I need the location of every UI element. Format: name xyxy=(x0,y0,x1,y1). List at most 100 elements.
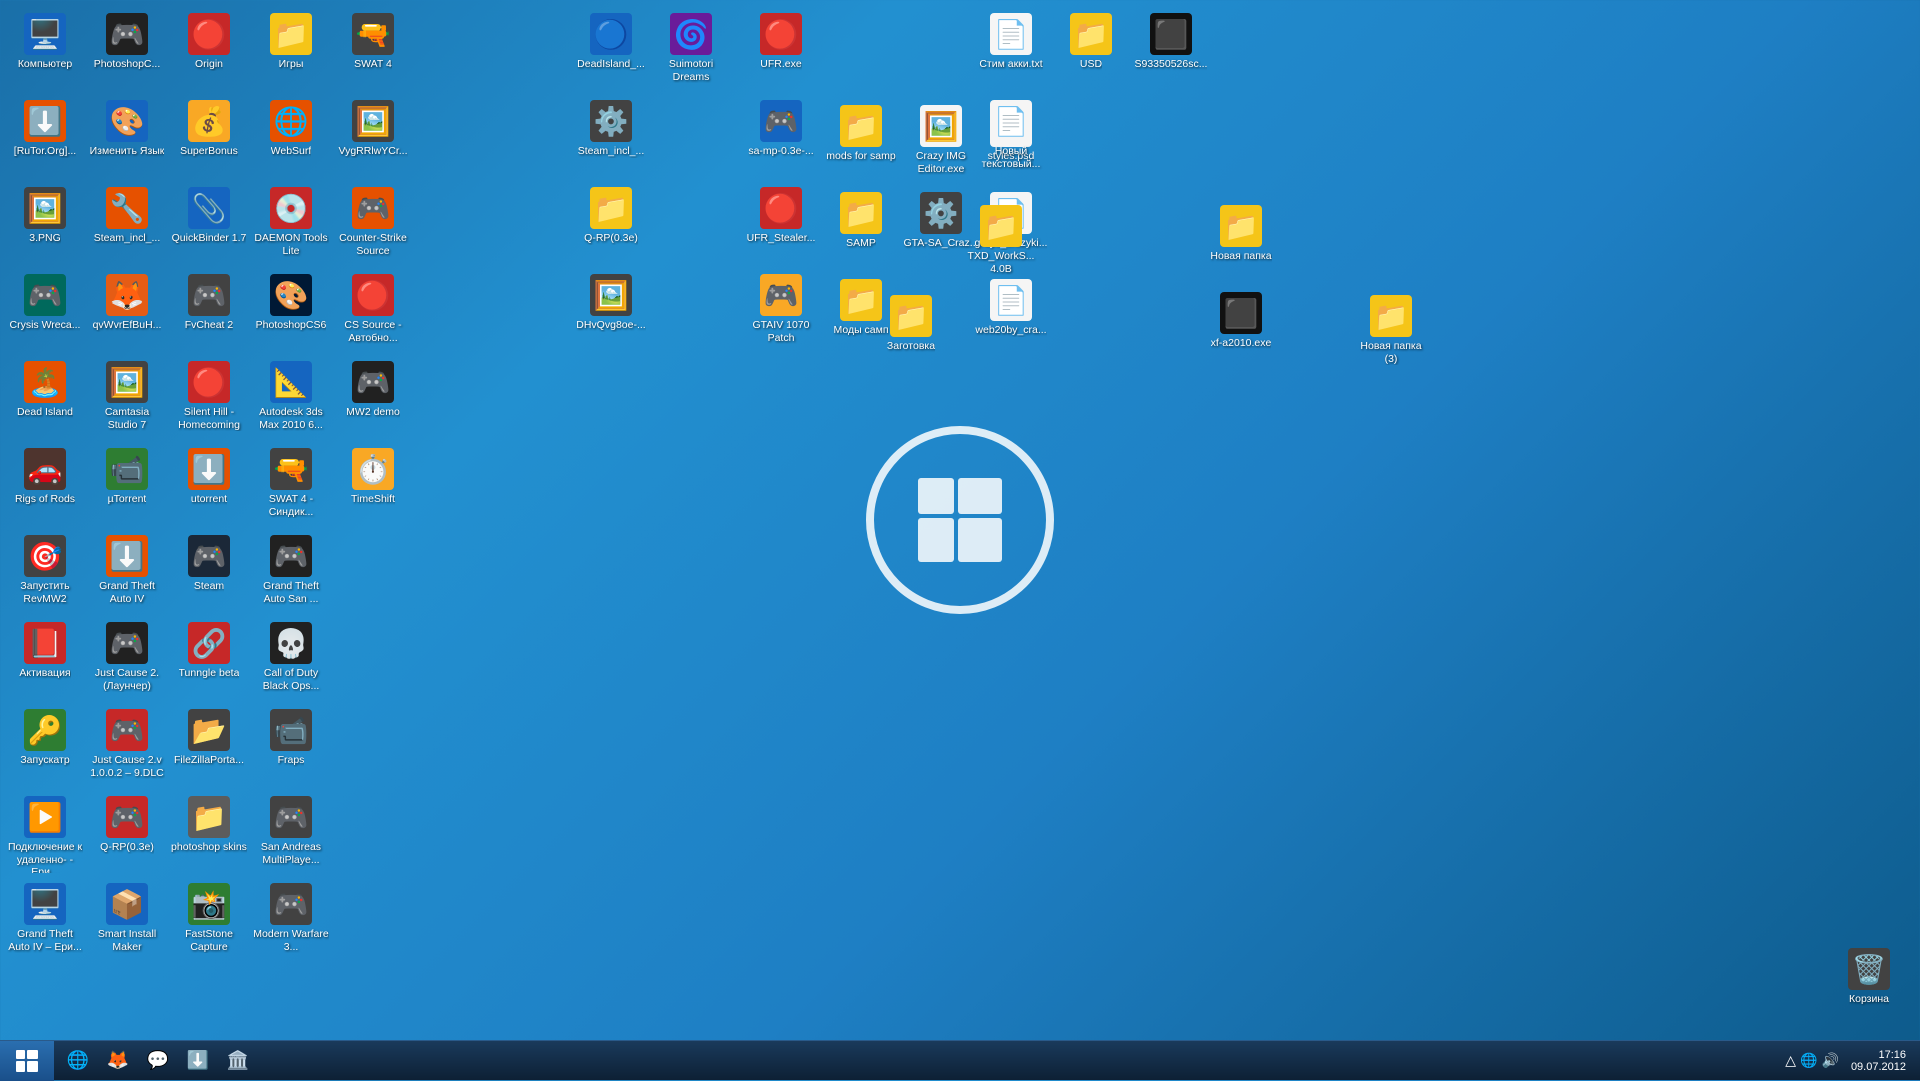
icon-group-novaypapka3: 📁 Новая папка (3) xyxy=(1350,290,1432,377)
icon-utorrent2[interactable]: ⬇️ utorrent xyxy=(169,444,249,529)
icon-novyitekst[interactable]: 📄 Новый текстовый... xyxy=(971,96,1051,181)
icon-adobereader[interactable]: 📕 Активация xyxy=(5,618,85,703)
icon-photoshopskins[interactable]: 📁 photoshop skins xyxy=(169,792,249,877)
icon-vygrrliwy[interactable]: 🖼️ VygRRlwYCr... xyxy=(333,96,413,181)
taskbar: 🌐 🦊 💬 ⬇️ 🏛️ △ 🌐 🔊 17:16 09.07.2012 xyxy=(0,1040,1920,1080)
icon-gtaautosan[interactable]: 🎮 Grand Theft Auto San ... xyxy=(251,531,331,616)
icon-justcause2[interactable]: 🎮 Just Cause 2.v 1.0.0.2 – 9.DLC xyxy=(87,705,167,790)
icon-fvcheat2[interactable]: 🎮 FvCheat 2 xyxy=(169,270,249,355)
start-button[interactable] xyxy=(0,1041,54,1081)
icon-origin[interactable]: 🔴 Origin xyxy=(169,9,249,94)
taskbar-utorrent-icon[interactable]: ⬇️ xyxy=(178,1042,218,1080)
icon-qvwvef[interactable]: 🖼️ Camtasia Studio 7 xyxy=(87,357,167,442)
icon-justcause2v[interactable]: 🎮 Q-RP(0.3e) xyxy=(87,792,167,877)
icon-suimotori[interactable]: 🌀 Suimotori Dreams xyxy=(651,9,731,94)
icon-quickbinder[interactable]: 📎 QuickBinder 1.7 xyxy=(169,183,249,268)
icon-novaypapka1[interactable]: 📁 Новая папка xyxy=(1201,201,1281,286)
icon-timeshift[interactable]: ⏱️ TimeShift xyxy=(333,444,413,529)
icon-ufrexe[interactable]: 🔴 UFR.exe xyxy=(741,9,821,94)
icon-s93350526[interactable]: ⬛ S93350526sc... xyxy=(1131,9,1211,94)
icon-samp2[interactable]: 📁 SAMP xyxy=(821,188,901,273)
icon-mw2demo[interactable]: 🎮 MW2 demo xyxy=(333,357,413,442)
icon-group-recbin: 🗑️ Корзина xyxy=(1828,943,1910,1030)
icon-group-txd: 📁 TXD_WorkS... 4.0B xyxy=(960,200,1042,287)
icon-superbonus[interactable]: 💰 SuperBonus xyxy=(169,96,249,181)
icon-steamincl[interactable]: ⚙️ Steam_incl_... xyxy=(571,96,651,181)
icon-zagotovka[interactable]: 📁 Заготовка xyxy=(871,291,951,376)
icon-txdworks[interactable]: 📁 TXD_WorkS... 4.0B xyxy=(961,201,1041,286)
icon-css[interactable]: 🎮 Counter-Strike Source xyxy=(333,183,413,268)
icon-tunngle[interactable]: 🔗 Tunngle beta xyxy=(169,618,249,703)
taskbar-app5-icon[interactable]: 🏛️ xyxy=(218,1042,258,1080)
icon-group-suimotori: 🌀 Suimotori Dreams xyxy=(650,8,732,95)
clock-time: 17:16 xyxy=(1878,1049,1906,1061)
icon-xfa2010[interactable]: ⬛ xf-a2010.exe xyxy=(1201,288,1281,373)
icon-deadisland2[interactable]: 🔵 DeadIsland_... xyxy=(571,9,651,94)
icon-qrp[interactable]: 📁 Q-RP(0.3e) xyxy=(571,183,651,268)
icon-novaypapka3[interactable]: 📁 Новая папка (3) xyxy=(1351,291,1431,376)
tray-expand-icon[interactable]: △ xyxy=(1785,1052,1796,1069)
icon-revmw2[interactable]: 🎯 Запустить RevMW2 xyxy=(5,531,85,616)
icon-group-mid: 🔵 DeadIsland_... ⚙️ Steam_incl_... 📁 Q-R… xyxy=(570,8,652,968)
icon-aktivatsiya[interactable]: 🔑 Запускатр xyxy=(5,705,85,790)
icon-group-topright: 📄 Стим акки.txt 📄 Новый текстовый... xyxy=(970,8,1052,182)
icon-igri[interactable]: 📁 Игры xyxy=(251,9,331,94)
icon-dhvqvg[interactable]: 🖼️ DHvQvg8oe-... xyxy=(571,270,651,355)
icon-smartinstall[interactable]: 📦 Smart Install Maker xyxy=(87,879,167,964)
icon-photoshopcs6[interactable]: 🎨 PhotoshopCS6 xyxy=(251,270,331,355)
icon-group-right1: 🔴 UFR.exe 🎮 sa-mp-0.3e-... 🔴 UFR_Stealer… xyxy=(740,8,822,968)
taskbar-ie-icon[interactable]: 🌐 xyxy=(58,1042,98,1080)
icon-zapusktr[interactable]: ▶️ Подключение к удаленно- - Ери... xyxy=(5,792,85,877)
icon-filezilla[interactable]: 📂 FileZillaPorta... xyxy=(169,705,249,790)
icon-group-novaypapka1: 📁 Новая папка ⬛ xf-a2010.exe xyxy=(1200,200,1282,374)
icon-modernwarfare3[interactable]: 🎮 Modern Warfare 3... xyxy=(251,879,331,964)
icon-cssavto[interactable]: 🔴 CS Source - Автобно... xyxy=(333,270,413,355)
icon-gtaiv1070[interactable]: 🎮 GTAIV 1070 Patch xyxy=(741,270,821,355)
icon-recbin[interactable]: 🗑️ Корзина xyxy=(1829,944,1909,1029)
taskbar-quick-launch: 🌐 🦊 💬 ⬇️ 🏛️ xyxy=(54,1041,262,1081)
icon-gtaiv[interactable]: 🎮 PhotoshopC... xyxy=(87,9,167,94)
icon-fraps[interactable]: 📹 Fraps xyxy=(251,705,331,790)
icon-izmenyazik[interactable]: 🔧 Steam_incl_... xyxy=(87,183,167,268)
icon-rutor[interactable]: ⬇️ [RuTor.Org]... xyxy=(5,96,85,181)
icon-callofdutybop[interactable]: 💀 Call of Duty Black Ops... xyxy=(251,618,331,703)
icon-faststone[interactable]: 📸 FastStone Capture xyxy=(169,879,249,964)
icon-autodesk3ds[interactable]: 📐 Autodesk 3ds Max 2010 6... xyxy=(251,357,331,442)
system-tray: △ 🌐 🔊 xyxy=(1785,1052,1839,1069)
icon-swat4sindi[interactable]: 🔫 SWAT 4 - Синдик... xyxy=(251,444,331,529)
icon-gtaautiv[interactable]: 🎮 Just Cause 2.(Лаунчер) xyxy=(87,618,167,703)
icon-sanandreas[interactable]: 🎮 San Andreas MultiPlaye... xyxy=(251,792,331,877)
icon-photoshopc[interactable]: 🎨 Изменить Язык xyxy=(87,96,167,181)
icon-podkluchenie[interactable]: 🖥️ Grand Theft Auto IV – Ери... xyxy=(5,879,85,964)
taskbar-tray: △ 🌐 🔊 17:16 09.07.2012 xyxy=(1777,1041,1920,1081)
icon-modsforsamp[interactable]: 📁 mods for samp xyxy=(821,101,901,186)
icon-firefox[interactable]: 🦊 qvWvrEfBuH... xyxy=(87,270,167,355)
icon-computer[interactable]: 🖥️ Компьютер xyxy=(5,9,85,94)
icon-swat4[interactable]: 🔫 SWAT 4 xyxy=(333,9,413,94)
icon-daemon[interactable]: 💿 DAEMON Tools Lite xyxy=(251,183,331,268)
icon-samp03e[interactable]: 🎮 sa-mp-0.3e-... xyxy=(741,96,821,181)
icon-crazyimg[interactable]: 🖼️ Crazy IMG Editor.exe xyxy=(901,101,981,186)
icon-silenthill[interactable]: 🔴 Silent Hill - Homecoming xyxy=(169,357,249,442)
icon-crysis[interactable]: 🎮 Crysis Wreca... xyxy=(5,270,85,355)
icon-3png[interactable]: 🖼️ 3.PNG xyxy=(5,183,85,268)
taskbar-firefox-icon[interactable]: 🦊 xyxy=(98,1042,138,1080)
icon-stimakki[interactable]: 📄 Стим акки.txt xyxy=(971,9,1051,94)
icon-usd[interactable]: 📁 USD xyxy=(1051,9,1131,94)
icon-ufrsteal[interactable]: 🔴 UFR_Stealer... xyxy=(741,183,821,268)
icon-utorrent[interactable]: ⬇️ Grand Theft Auto IV xyxy=(87,531,167,616)
icon-camtasia[interactable]: 📹 µTorrent xyxy=(87,444,167,529)
tray-volume-icon[interactable]: 🔊 xyxy=(1822,1052,1839,1069)
icon-websurf[interactable]: 🌐 WebSurf xyxy=(251,96,331,181)
icon-group-usd: 📁 USD xyxy=(1050,8,1132,95)
icon-group-zagotovka: 📁 Заготовка xyxy=(870,290,952,377)
tray-network-icon[interactable]: 🌐 xyxy=(1800,1052,1817,1069)
icon-steam[interactable]: 🎮 Steam xyxy=(169,531,249,616)
clock[interactable]: 17:16 09.07.2012 xyxy=(1845,1049,1912,1073)
taskbar-skype-icon[interactable]: 💬 xyxy=(138,1042,178,1080)
icon-group-s93: ⬛ S93350526sc... xyxy=(1130,8,1212,95)
icon-web20bycra[interactable]: 📄 web20by_cra... xyxy=(971,275,1051,360)
icon-rigsrods[interactable]: 🚗 Rigs of Rods xyxy=(5,444,85,529)
clock-date: 09.07.2012 xyxy=(1851,1061,1906,1073)
icon-deadisland[interactable]: 🏝️ Dead Island xyxy=(5,357,85,442)
